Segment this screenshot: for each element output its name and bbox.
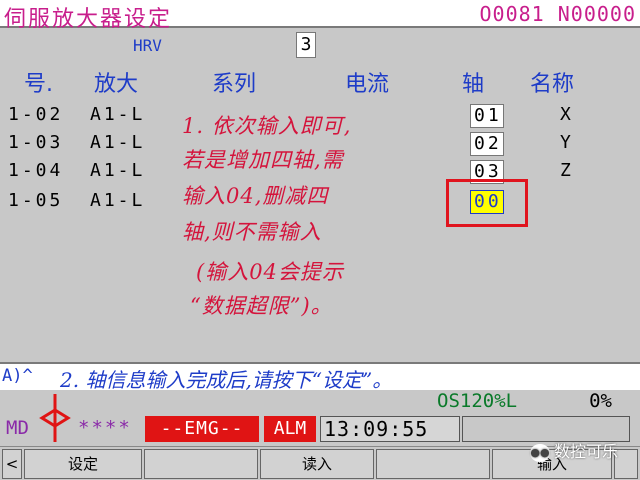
mode-indicator: MD bbox=[6, 417, 29, 439]
hrv-value-field[interactable]: 3 bbox=[296, 32, 316, 58]
emergency-indicator: --EMG-- bbox=[145, 416, 259, 442]
input-prompt: A)^ bbox=[2, 366, 33, 386]
chat-bubble-icon: ●● bbox=[530, 443, 550, 462]
program-number: O0081 N00000 bbox=[479, 2, 636, 26]
status-line: OS120%L 0% bbox=[0, 390, 640, 414]
col-header-name: 名称 bbox=[530, 72, 575, 97]
annotation-line: 轴,则不需输入 bbox=[182, 220, 322, 244]
status-stars: **** bbox=[78, 417, 132, 439]
alarm-indicator: ALM bbox=[264, 416, 316, 442]
axis-name: Z bbox=[560, 160, 571, 181]
override-status: OS120%L bbox=[437, 390, 518, 412]
annotation-line: 1. 依次输入即可, bbox=[182, 114, 352, 138]
highlight-frame bbox=[446, 179, 528, 227]
softkey-read[interactable]: 读入 bbox=[260, 449, 374, 479]
row-amplifier: A1-L bbox=[90, 104, 146, 125]
annotation-line: 若是增加四轴,需 bbox=[182, 148, 344, 172]
col-header-no: 号. bbox=[24, 72, 53, 97]
annotation-line: 2. 轴信息输入完成后,请按下“设定”。 bbox=[60, 368, 393, 392]
annotation-line: (输入04会提示 bbox=[196, 260, 344, 284]
servo-setting-panel: HRV 3 号. 放大 系列 电流 轴 名称 1-02 A1-L 01 X 1-… bbox=[0, 28, 640, 362]
annotation-line: 输入04,删减四 bbox=[182, 184, 329, 208]
softkey-blank-4[interactable] bbox=[376, 449, 490, 479]
row-amplifier: A1-L bbox=[90, 190, 146, 211]
annotation-line: “数据超限”)。 bbox=[190, 294, 333, 318]
row-amplifier: A1-L bbox=[90, 160, 146, 181]
col-header-series: 系列 bbox=[212, 72, 257, 97]
spindle-percent: 0% bbox=[589, 390, 612, 412]
softkey-setting[interactable]: 设定 bbox=[24, 449, 142, 479]
axis-field[interactable]: 02 bbox=[470, 132, 504, 156]
clock: 13:09:55 bbox=[320, 416, 460, 442]
col-header-current: 电流 bbox=[345, 72, 390, 97]
key-input-line[interactable]: A)^ 2. 轴信息输入完成后,请按下“设定”。 bbox=[0, 362, 640, 392]
row-number: 1-02 bbox=[8, 104, 64, 125]
watermark-text: 数控可乐 bbox=[554, 442, 619, 461]
col-header-amp: 放大 bbox=[94, 72, 139, 97]
col-header-axis: 轴 bbox=[462, 72, 485, 97]
row-number: 1-05 bbox=[8, 190, 64, 211]
row-number: 1-03 bbox=[8, 132, 64, 153]
softkey-prev[interactable]: < bbox=[2, 449, 22, 479]
hrv-label: HRV bbox=[133, 36, 162, 55]
double-arrow-icon bbox=[39, 394, 71, 442]
title-bar: 伺服放大器设定 O0081 N00000 bbox=[0, 0, 640, 32]
axis-name: Y bbox=[560, 132, 571, 153]
axis-name: X bbox=[560, 104, 571, 125]
watermark: ●● 数控可乐 bbox=[530, 438, 618, 462]
softkey-blank-2[interactable] bbox=[144, 449, 258, 479]
axis-field[interactable]: 01 bbox=[470, 104, 504, 128]
row-number: 1-04 bbox=[8, 160, 64, 181]
row-amplifier: A1-L bbox=[90, 132, 146, 153]
